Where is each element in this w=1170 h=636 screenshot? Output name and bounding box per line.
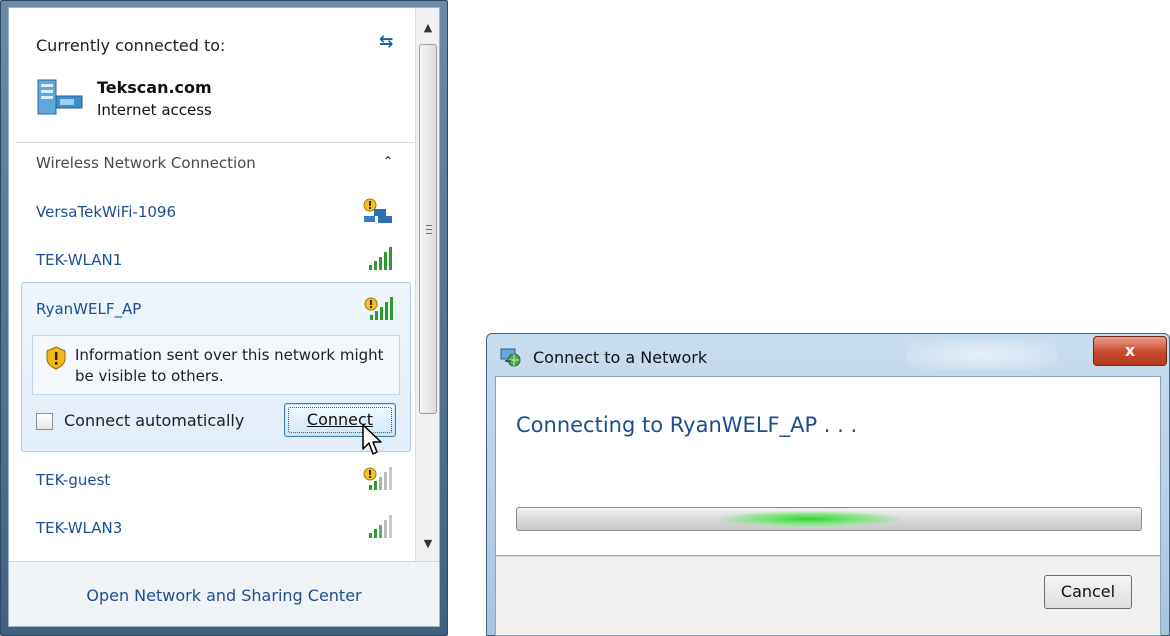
currently-connected-header: Currently connected to: [36, 36, 226, 55]
network-item-tek-wlan1[interactable]: TEK-WLAN1 [9, 239, 415, 283]
refresh-icon[interactable]: ⇆ [379, 32, 393, 52]
scrollbar-grip-icon [426, 225, 432, 234]
dialog-footer: Cancel [495, 556, 1161, 636]
shield-warning-icon [46, 346, 66, 370]
network-name: TEK-guest [36, 471, 111, 489]
connected-network-name: Tekscan.com [97, 78, 212, 97]
server-icon [37, 79, 83, 115]
signal-unsecured-icon [363, 467, 392, 490]
wireless-section-label: Wireless Network Connection [36, 154, 256, 172]
connection-progress-bar [516, 507, 1142, 531]
connect-dialog: Connect to a Network x Connecting to Rya… [486, 333, 1170, 636]
collapse-chevron-icon[interactable]: ⌃ [383, 154, 393, 168]
cancel-button[interactable]: Cancel [1044, 575, 1132, 609]
close-button[interactable]: x [1093, 336, 1167, 366]
network-name: RyanWELF_AP [36, 300, 142, 318]
network-name: VersaTekWiFi-1096 [36, 203, 176, 221]
signal-strength-icon [369, 515, 392, 538]
connecting-status-heading: Connecting to RyanWELF_AP . . . [516, 413, 858, 437]
divider [16, 142, 414, 143]
network-item-tek-guest[interactable]: TEK-guest [9, 459, 415, 503]
network-list-region: Currently connected to: ⇆ Tekscan.com In… [9, 8, 415, 561]
signal-strength-icon [369, 247, 392, 270]
scroll-up-arrow-icon[interactable]: ▲ [416, 16, 439, 40]
network-item-tek-wlan3[interactable]: TEK-WLAN3 [9, 507, 415, 551]
progress-pulse [720, 511, 900, 527]
dialog-body: Connecting to RyanWELF_AP . . . [495, 376, 1161, 556]
connection-status: Internet access [97, 101, 212, 119]
signal-unsecured-icon [364, 297, 393, 320]
connect-automatically-checkbox[interactable] [36, 413, 53, 430]
security-warning-text: Information sent over this network might… [75, 346, 384, 385]
network-name: TEK-WLAN1 [36, 251, 123, 269]
security-warning: Information sent over this network might… [32, 335, 400, 395]
vertical-scrollbar[interactable]: ▲ ▼ [415, 8, 439, 561]
scroll-down-arrow-icon[interactable]: ▼ [416, 532, 439, 556]
network-flyout: Currently connected to: ⇆ Tekscan.com In… [0, 0, 448, 636]
dialog-title: Connect to a Network [533, 348, 708, 367]
open-network-sharing-center-link[interactable]: Open Network and Sharing Center [9, 586, 439, 605]
network-item-ryanwelf-ap[interactable]: RyanWELF_AP Information sent over this n… [21, 282, 411, 452]
network-flyout-content: Currently connected to: ⇆ Tekscan.com In… [8, 7, 440, 627]
connect-automatically-label: Connect automatically [64, 411, 245, 430]
mouse-cursor-icon [362, 424, 382, 455]
network-globe-icon [500, 348, 521, 367]
network-item-versatekwifi-1096[interactable]: VersaTekWiFi-1096 [9, 191, 415, 235]
network-name: TEK-WLAN3 [36, 519, 123, 537]
scrollbar-thumb[interactable] [419, 44, 437, 414]
network-unsecured-icon [363, 198, 392, 223]
flyout-footer: Open Network and Sharing Center [9, 561, 439, 626]
